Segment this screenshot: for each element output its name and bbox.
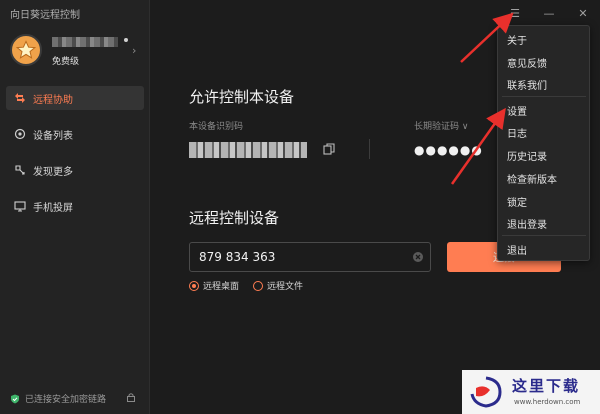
minimize-button[interactable]: — — [542, 6, 556, 20]
allow-control-title: 允许控制本设备 — [189, 88, 295, 106]
sidebar-item-label: 设备列表 — [33, 130, 73, 142]
user-status-dot — [124, 38, 128, 42]
verification-code-value: ●●●●●● — [414, 143, 483, 157]
app-title: 向日葵远程控制 — [10, 10, 80, 21]
discover-icon — [14, 164, 26, 176]
profile-card[interactable]: 免费级 › — [10, 34, 142, 68]
menu-item-exit[interactable]: 退出 — [507, 242, 527, 257]
plan-label: 免费级 — [52, 57, 80, 67]
watermark: 这里下载 www.herdown.com — [462, 370, 600, 414]
sidebar-item-label: 手机投屏 — [33, 202, 73, 214]
menu-item-log[interactable]: 日志 — [507, 125, 527, 140]
menu-item-about[interactable]: 关于 — [507, 32, 527, 47]
menu-item-feedback[interactable]: 意见反馈 — [507, 55, 547, 70]
main-menu: 关于 意见反馈 联系我们 设置 日志 历史记录 检查新版本 锁定 退出登录 退出 — [497, 25, 590, 261]
watermark-url: www.herdown.com — [514, 398, 581, 406]
copy-icon[interactable] — [323, 143, 335, 155]
avatar[interactable] — [10, 34, 42, 66]
shield-check-icon — [11, 394, 19, 403]
divider — [369, 139, 370, 159]
watermark-logo-icon — [470, 376, 502, 408]
connection-mode-options: 远程桌面 远程文件 — [189, 279, 317, 292]
sidebar-item-device-list[interactable]: 设备列表 — [6, 122, 144, 146]
sidebar: 向日葵远程控制 免费级 › 远程协助 设备列表 发现更多 手机投屏 已连接安全加… — [0, 0, 150, 414]
sidebar-item-label: 发现更多 — [33, 166, 73, 178]
menu-separator — [502, 96, 586, 97]
sidebar-nav: 远程协助 设备列表 发现更多 手机投屏 — [6, 86, 144, 230]
menu-item-logout[interactable]: 退出登录 — [507, 216, 547, 231]
app-window: 向日葵远程控制 免费级 › 远程协助 设备列表 发现更多 手机投屏 已连接安全加… — [0, 0, 600, 414]
secure-connection-status: 已连接安全加密链路 — [10, 392, 106, 405]
device-id-label: 本设备识别码 — [189, 122, 244, 132]
sidebar-item-remote-assist[interactable]: 远程协助 — [6, 86, 144, 110]
menu-item-lock[interactable]: 锁定 — [507, 194, 527, 209]
sidebar-item-label: 远程协助 — [33, 94, 73, 106]
device-id-redacted — [189, 142, 307, 158]
close-button[interactable]: ✕ — [576, 6, 590, 20]
password-mask: ●●●●●● — [414, 143, 483, 157]
watermark-text: 这里下载 — [512, 377, 581, 395]
menu-item-contact[interactable]: 联系我们 — [507, 77, 547, 92]
menu-item-history[interactable]: 历史记录 — [507, 148, 547, 163]
clear-icon[interactable] — [412, 251, 424, 263]
radio-remote-desktop[interactable] — [189, 280, 199, 291]
radio-label: 远程文件 — [267, 282, 304, 292]
remote-control-title: 远程控制设备 — [189, 209, 280, 227]
screen-cast-icon — [14, 200, 26, 212]
user-name-redacted — [52, 37, 118, 47]
partner-id-input[interactable]: 879 834 363 — [189, 242, 431, 272]
partner-id-value: 879 834 363 — [199, 250, 276, 264]
radio-label: 远程桌面 — [203, 282, 240, 292]
remote-assist-icon — [14, 92, 26, 104]
sidebar-item-screen-cast[interactable]: 手机投屏 — [6, 194, 144, 218]
radio-remote-file[interactable] — [253, 280, 264, 291]
lock-icon[interactable] — [126, 392, 136, 402]
verification-code-dropdown[interactable]: 长期验证码 ∨ — [414, 119, 468, 132]
menu-icon[interactable]: ☰ — [508, 6, 522, 20]
star-icon — [16, 40, 36, 59]
menu-item-settings[interactable]: 设置 — [507, 103, 527, 118]
status-text: 已连接安全加密链路 — [25, 395, 107, 405]
device-list-icon — [14, 128, 26, 140]
menu-separator — [502, 235, 586, 236]
menu-item-check-update[interactable]: 检查新版本 — [507, 171, 557, 186]
chevron-right-icon[interactable]: › — [132, 44, 136, 57]
sidebar-item-discover[interactable]: 发现更多 — [6, 158, 144, 182]
